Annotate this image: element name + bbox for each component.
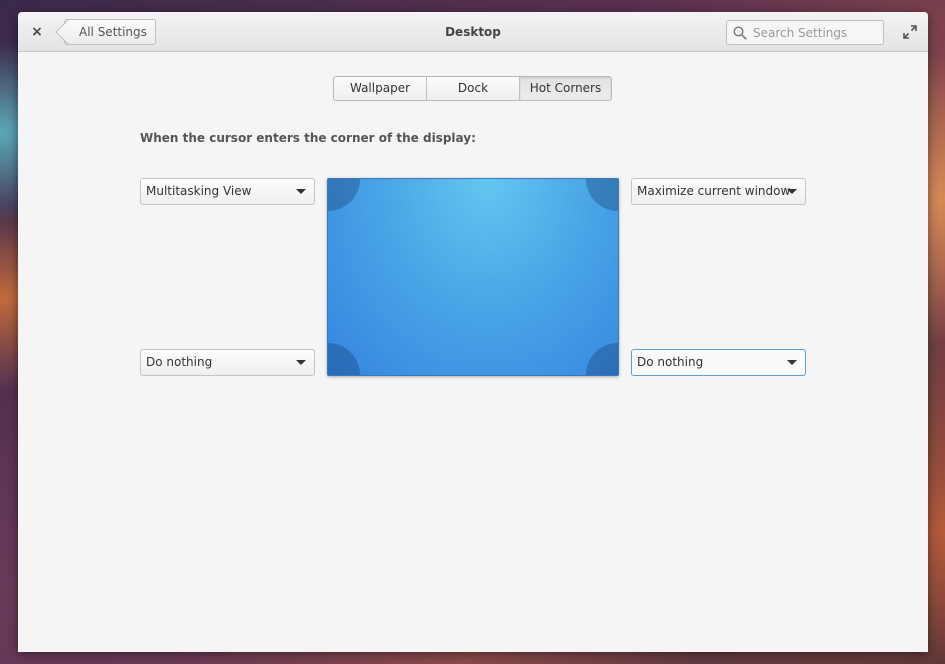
- close-button[interactable]: ×: [28, 22, 46, 42]
- search-icon: [733, 25, 747, 40]
- chevron-down-icon: [296, 189, 306, 194]
- tab-dock[interactable]: Dock: [426, 77, 519, 100]
- all-settings-label: All Settings: [79, 25, 147, 39]
- search-input[interactable]: [753, 25, 873, 40]
- search-box[interactable]: [726, 20, 884, 45]
- bottom-left-corner-value: Do nothing: [146, 355, 213, 369]
- chevron-down-icon: [787, 189, 797, 194]
- titlebar: × All Settings Desktop: [18, 12, 928, 52]
- close-icon: ×: [31, 24, 43, 40]
- maximize-icon: [903, 25, 917, 39]
- top-right-corner-select[interactable]: Maximize current window: [631, 178, 806, 205]
- all-settings-button[interactable]: All Settings: [64, 19, 156, 45]
- maximize-button[interactable]: [902, 24, 918, 40]
- settings-window: × All Settings Desktop Wallpaper Dock Ho…: [18, 12, 928, 652]
- view-switcher: Wallpaper Dock Hot Corners: [333, 76, 612, 101]
- bottom-right-corner-value: Do nothing: [637, 355, 704, 369]
- bottom-left-corner-indicator: [328, 343, 360, 375]
- top-right-corner-indicator: [586, 179, 618, 211]
- tab-hot-corners[interactable]: Hot Corners: [519, 77, 611, 100]
- top-left-corner-value: Multitasking View: [146, 184, 252, 198]
- tab-wallpaper[interactable]: Wallpaper: [334, 77, 426, 100]
- hot-corners-heading: When the cursor enters the corner of the…: [140, 131, 476, 145]
- top-left-corner-indicator: [328, 179, 360, 211]
- display-preview: [327, 178, 619, 376]
- top-right-corner-value: Maximize current window: [637, 184, 791, 198]
- chevron-down-icon: [787, 360, 797, 365]
- top-left-corner-select[interactable]: Multitasking View: [140, 178, 315, 205]
- chevron-down-icon: [296, 360, 306, 365]
- bottom-right-corner-indicator: [586, 343, 618, 375]
- bottom-left-corner-select[interactable]: Do nothing: [140, 349, 315, 376]
- bottom-right-corner-select[interactable]: Do nothing: [631, 349, 806, 376]
